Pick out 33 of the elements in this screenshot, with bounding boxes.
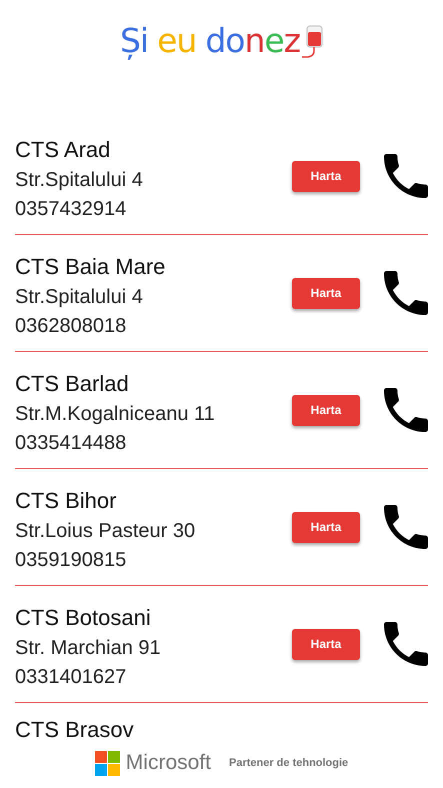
center-address: Str.M.Kogalniceanu 11 [15, 403, 216, 426]
map-button[interactable]: Harta [292, 628, 360, 660]
center-address: Str.Loius Pasteur 30 [15, 520, 196, 543]
phone-icon[interactable] [384, 388, 428, 432]
center-phone: 0335414488 [15, 432, 128, 455]
blood-bag-icon [301, 25, 324, 59]
center-name: CTS Arad [15, 136, 112, 163]
center-name: CTS Barlad [15, 370, 130, 397]
center-address: Str. Marchian 91 [15, 637, 162, 660]
map-button[interactable]: Harta [292, 278, 360, 308]
brand-name: Microsoft [126, 751, 211, 775]
center-phone: 0331401627 [15, 666, 128, 689]
center-name: CTS Baia Mare [15, 253, 166, 280]
center-name: CTS Bihor [15, 487, 118, 514]
map-button[interactable]: Harta [292, 394, 360, 426]
center-phone: 0362808018 [15, 315, 128, 338]
center-address: Str.Spitalului 4 [15, 286, 144, 309]
windows-logo-icon [94, 750, 120, 776]
map-button[interactable]: Harta [292, 160, 360, 192]
center-phone: 0357432914 [15, 198, 128, 221]
logo-word: eu [157, 24, 196, 59]
logo-word: Și [120, 24, 148, 59]
center-name: CTS Brasov [15, 716, 135, 738]
map-button[interactable]: Harta [292, 512, 360, 542]
phone-icon[interactable] [384, 505, 428, 549]
center-phone: 0359190815 [15, 549, 128, 572]
center-address: Str.Spitalului 4 [15, 169, 144, 192]
partner-label: Partener de tehnologie [228, 757, 348, 769]
phone-icon[interactable] [384, 271, 428, 315]
center-name: CTS Botosani [15, 604, 152, 631]
phone-icon[interactable] [384, 154, 428, 198]
logo-word: donez [205, 24, 300, 59]
phone-icon[interactable] [384, 622, 428, 666]
